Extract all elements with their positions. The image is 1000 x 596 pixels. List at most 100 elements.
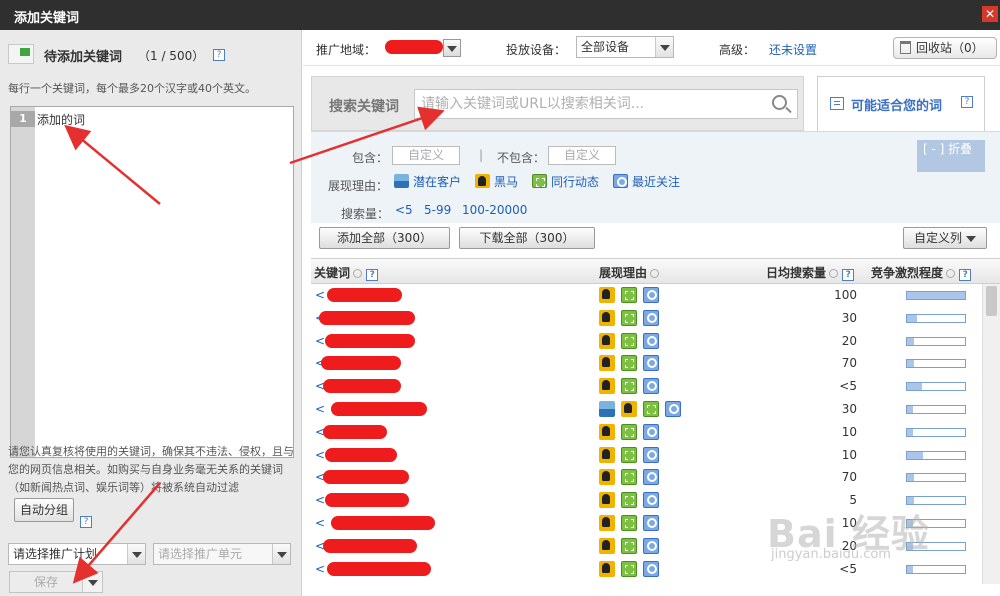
- competition-bar: [906, 313, 966, 323]
- daily-volume: 5: [849, 493, 857, 508]
- table-row[interactable]: <70: [311, 466, 982, 489]
- recent-focus-icon: [643, 492, 659, 509]
- reason-icons: [599, 287, 665, 304]
- peer-activity-icon: [621, 309, 637, 326]
- peer-activity-icon: [621, 378, 637, 395]
- table-row[interactable]: <100: [311, 284, 982, 307]
- keyword-redaction: [325, 333, 415, 348]
- search-icon[interactable]: [772, 95, 787, 110]
- volume-option-100-20000[interactable]: 100-20000: [462, 203, 527, 217]
- peer-activity-icon: [532, 174, 547, 188]
- recent-focus-icon: [643, 332, 659, 349]
- table-row[interactable]: <5: [311, 489, 982, 512]
- daily-volume: 70: [841, 356, 857, 371]
- table-row[interactable]: <70: [311, 352, 982, 375]
- daily-volume: 30: [841, 310, 857, 325]
- reason-recent-focus[interactable]: 最近关注: [613, 173, 680, 190]
- competition-bar: [906, 519, 966, 528]
- add-keyword-icon[interactable]: <: [315, 516, 325, 530]
- device-select-value: 全部设备: [581, 40, 630, 54]
- col-reason[interactable]: 展现理由: [599, 264, 660, 281]
- col-competition[interactable]: 竞争激烈程度 ?: [871, 264, 972, 281]
- reason-potential-customers[interactable]: 潜在客户: [394, 173, 461, 190]
- search-input[interactable]: [414, 89, 798, 119]
- competition-bar: [906, 336, 966, 346]
- chevron-down-icon: [966, 235, 976, 242]
- table-row[interactable]: <30: [311, 307, 982, 330]
- recycle-bin-button[interactable]: 回收站（0）: [893, 37, 997, 59]
- exclude-input[interactable]: 自定义: [548, 146, 616, 165]
- competition-bar: [906, 405, 966, 414]
- add-keyword-icon[interactable]: <: [315, 562, 325, 576]
- add-keyword-icon[interactable]: <: [315, 334, 325, 348]
- chevron-down-icon[interactable]: [127, 544, 145, 564]
- tab-label: 可能适合您的词: [851, 99, 943, 114]
- sort-icon: [829, 269, 839, 278]
- advanced-label: 高级：: [719, 43, 756, 57]
- custom-columns-button[interactable]: 自定义列: [903, 227, 987, 249]
- reason-dark-horse[interactable]: 黑马: [475, 173, 518, 190]
- add-keyword-icon[interactable]: <: [315, 493, 325, 507]
- keyword-redaction: [323, 379, 401, 394]
- daily-volume: 100: [834, 288, 857, 302]
- daily-volume: 20: [841, 538, 857, 553]
- help-icon[interactable]: ?: [366, 269, 379, 281]
- help-icon[interactable]: ?: [961, 96, 973, 108]
- advanced-settings-link[interactable]: 还未设置: [769, 41, 817, 58]
- chevron-down-icon[interactable]: [272, 544, 290, 564]
- col-keyword[interactable]: 关键词 ?: [314, 264, 379, 281]
- recent-focus-icon: [665, 401, 681, 417]
- dark-horse-icon: [621, 401, 637, 417]
- plan-select[interactable]: 请选择推广计划: [8, 543, 146, 565]
- save-label: 保存: [33, 575, 58, 589]
- region-dropdown[interactable]: [443, 39, 461, 57]
- collapse-button[interactable]: [ - ] 折叠: [917, 140, 985, 172]
- chevron-down-icon[interactable]: [82, 572, 102, 592]
- peer-activity-icon: [621, 560, 637, 577]
- recent-focus-icon: [643, 537, 659, 554]
- keyword-editor[interactable]: 1 添加的词: [10, 106, 294, 458]
- chevron-down-icon[interactable]: [655, 37, 673, 57]
- add-keyword-icon[interactable]: <: [315, 448, 325, 462]
- add-keyword-icon[interactable]: <: [315, 402, 325, 416]
- volume-option-lt5[interactable]: <5: [395, 203, 413, 217]
- competition-bar: [906, 496, 966, 506]
- table-row[interactable]: <10: [311, 421, 982, 444]
- reason-icons: [599, 401, 687, 418]
- table-scrollbar[interactable]: [982, 284, 1000, 584]
- help-icon[interactable]: ?: [842, 269, 855, 281]
- help-icon[interactable]: ?: [959, 269, 972, 281]
- add-keyword-icon[interactable]: <: [315, 288, 325, 302]
- keyword-search-panel: 搜索关键词: [311, 76, 804, 131]
- include-input[interactable]: 自定义: [392, 146, 460, 165]
- help-icon[interactable]: ?: [80, 516, 92, 528]
- keyword-redaction: [325, 447, 397, 462]
- competition-fill: [907, 406, 913, 413]
- save-button[interactable]: 保存: [9, 571, 103, 593]
- help-icon[interactable]: ?: [213, 49, 225, 61]
- auto-group-button[interactable]: 自动分组: [14, 498, 74, 522]
- daily-volume: <5: [839, 379, 857, 394]
- table-row[interactable]: < <5: [311, 375, 982, 398]
- reason-icons: [599, 332, 665, 350]
- scrollbar-thumb[interactable]: [986, 286, 997, 316]
- table-row[interactable]: < <5: [311, 558, 982, 581]
- reason-peer-activity[interactable]: 同行动态: [532, 173, 599, 190]
- table-row[interactable]: <10: [311, 444, 982, 467]
- col-daily-volume[interactable]: 日均搜索量 ?: [766, 264, 855, 281]
- unit-select[interactable]: 请选择推广单元: [153, 543, 291, 565]
- region-redaction: [385, 40, 443, 54]
- close-icon[interactable]: ✕: [982, 6, 998, 22]
- recent-focus-icon: [643, 446, 659, 463]
- keyword-line[interactable]: 添加的词: [37, 111, 85, 128]
- add-all-button[interactable]: 添加全部（300）: [319, 227, 450, 249]
- filter-separator: |: [479, 148, 484, 162]
- table-row[interactable]: <30: [311, 398, 982, 421]
- table-row[interactable]: <20: [311, 330, 982, 353]
- volume-option-5-99[interactable]: 5-99: [424, 203, 451, 217]
- table-row[interactable]: <20: [311, 535, 982, 558]
- device-select[interactable]: 全部设备: [576, 36, 674, 58]
- tab-suggested-keywords[interactable]: 可能适合您的词 ?: [817, 76, 985, 131]
- table-row[interactable]: <10: [311, 512, 982, 535]
- download-all-button[interactable]: 下载全部（300）: [459, 227, 595, 249]
